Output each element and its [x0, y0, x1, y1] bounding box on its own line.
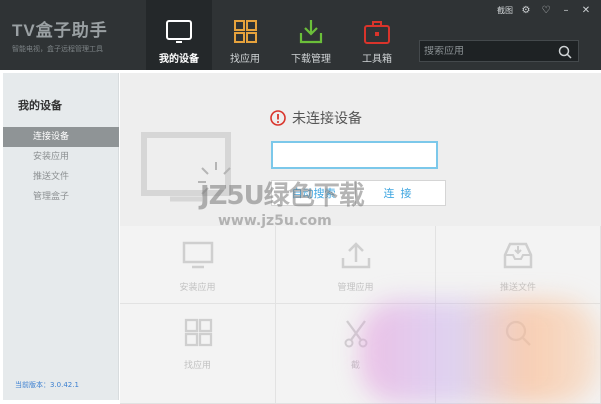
nav-downloads[interactable]: 下载管理 [278, 0, 344, 70]
sidebar-title: 我的设备 [18, 99, 62, 112]
search-input[interactable] [420, 45, 550, 57]
app-title: TV盒子助手 [12, 21, 108, 40]
sidebar-item-install-app[interactable]: 安装应用 [3, 147, 119, 167]
download-icon [299, 20, 323, 44]
close-icon[interactable]: ✕ [579, 4, 593, 16]
connection-status: 未连接设备 [270, 108, 362, 128]
minimize-icon[interactable]: – [559, 4, 573, 16]
tile-install-app[interactable]: 安装应用 [120, 226, 276, 304]
watermark-url: www.jz5u.com [218, 213, 332, 229]
color-glow-overlay [360, 300, 600, 404]
watermark-text: JZ5U绿色下载 [200, 181, 365, 211]
toolbox-icon [364, 21, 390, 44]
tile-label: 管理应用 [337, 283, 374, 293]
tile-push-file[interactable]: 推送文件 [436, 226, 601, 304]
version-label: 当前版本：3.0.42.1 [15, 381, 79, 389]
settings-gear-icon[interactable]: ⚙ [519, 4, 533, 16]
sidebar-item-push-file[interactable]: 推送文件 [3, 167, 119, 187]
search-icon[interactable] [558, 45, 572, 59]
warning-icon [270, 110, 286, 126]
monitor-icon [182, 241, 213, 269]
tile-label: 截 [350, 361, 360, 371]
sidebar-item-manage-box[interactable]: 管理盒子 [3, 187, 119, 207]
inbox-icon [503, 242, 533, 269]
sidebar-item-connect-device[interactable]: 连接设备 [3, 127, 119, 147]
connect-button[interactable]: 连接 [356, 180, 446, 206]
screenshot-button[interactable]: 截图 [497, 5, 513, 16]
nav-label: 工具箱 [362, 54, 392, 65]
feedback-icon[interactable]: ♡ [539, 4, 553, 16]
nav-label: 下载管理 [291, 54, 331, 65]
grid-apps-icon [234, 20, 257, 43]
tile-label: 安装应用 [179, 283, 216, 293]
top-bar: TV盒子助手 智能电视，盒子远程管理工具 我的设备 找应用 下载管理 工具箱 搜… [0, 0, 601, 70]
tile-manage-app[interactable]: 管理应用 [276, 226, 436, 304]
window-controls: 截图 ⚙ ♡ – ✕ [497, 4, 593, 16]
grid-apps-icon [184, 318, 212, 347]
nav-label: 我的设备 [159, 54, 199, 65]
upload-icon [341, 242, 370, 269]
tile-label: 推送文件 [499, 283, 536, 293]
nav-label: 找应用 [230, 54, 260, 65]
nav-toolbox[interactable]: 工具箱 [344, 0, 410, 70]
app-logo: TV盒子助手 智能电视，盒子远程管理工具 [12, 16, 132, 54]
device-address-input[interactable] [271, 141, 438, 169]
app-subtitle: 智能电视，盒子远程管理工具 [12, 45, 103, 53]
app-window: TV盒子助手 智能电视，盒子远程管理工具 我的设备 找应用 下载管理 工具箱 搜… [0, 0, 601, 404]
status-text: 未连接设备 [292, 111, 362, 127]
main-nav: 我的设备 找应用 下载管理 工具箱 [146, 0, 410, 70]
search-box [419, 40, 579, 62]
nav-my-devices[interactable]: 我的设备 [146, 0, 212, 70]
sidebar: 我的设备 连接设备 安装应用 推送文件 管理盒子 当前版本：3.0.42.1 [3, 73, 119, 400]
tile-find-apps[interactable]: 找应用 [120, 304, 276, 404]
nav-find-apps[interactable]: 找应用 [212, 0, 278, 70]
tv-icon [166, 20, 192, 43]
sidebar-list: 连接设备 安装应用 推送文件 管理盒子 [3, 127, 119, 207]
tile-label: 找应用 [183, 361, 211, 371]
